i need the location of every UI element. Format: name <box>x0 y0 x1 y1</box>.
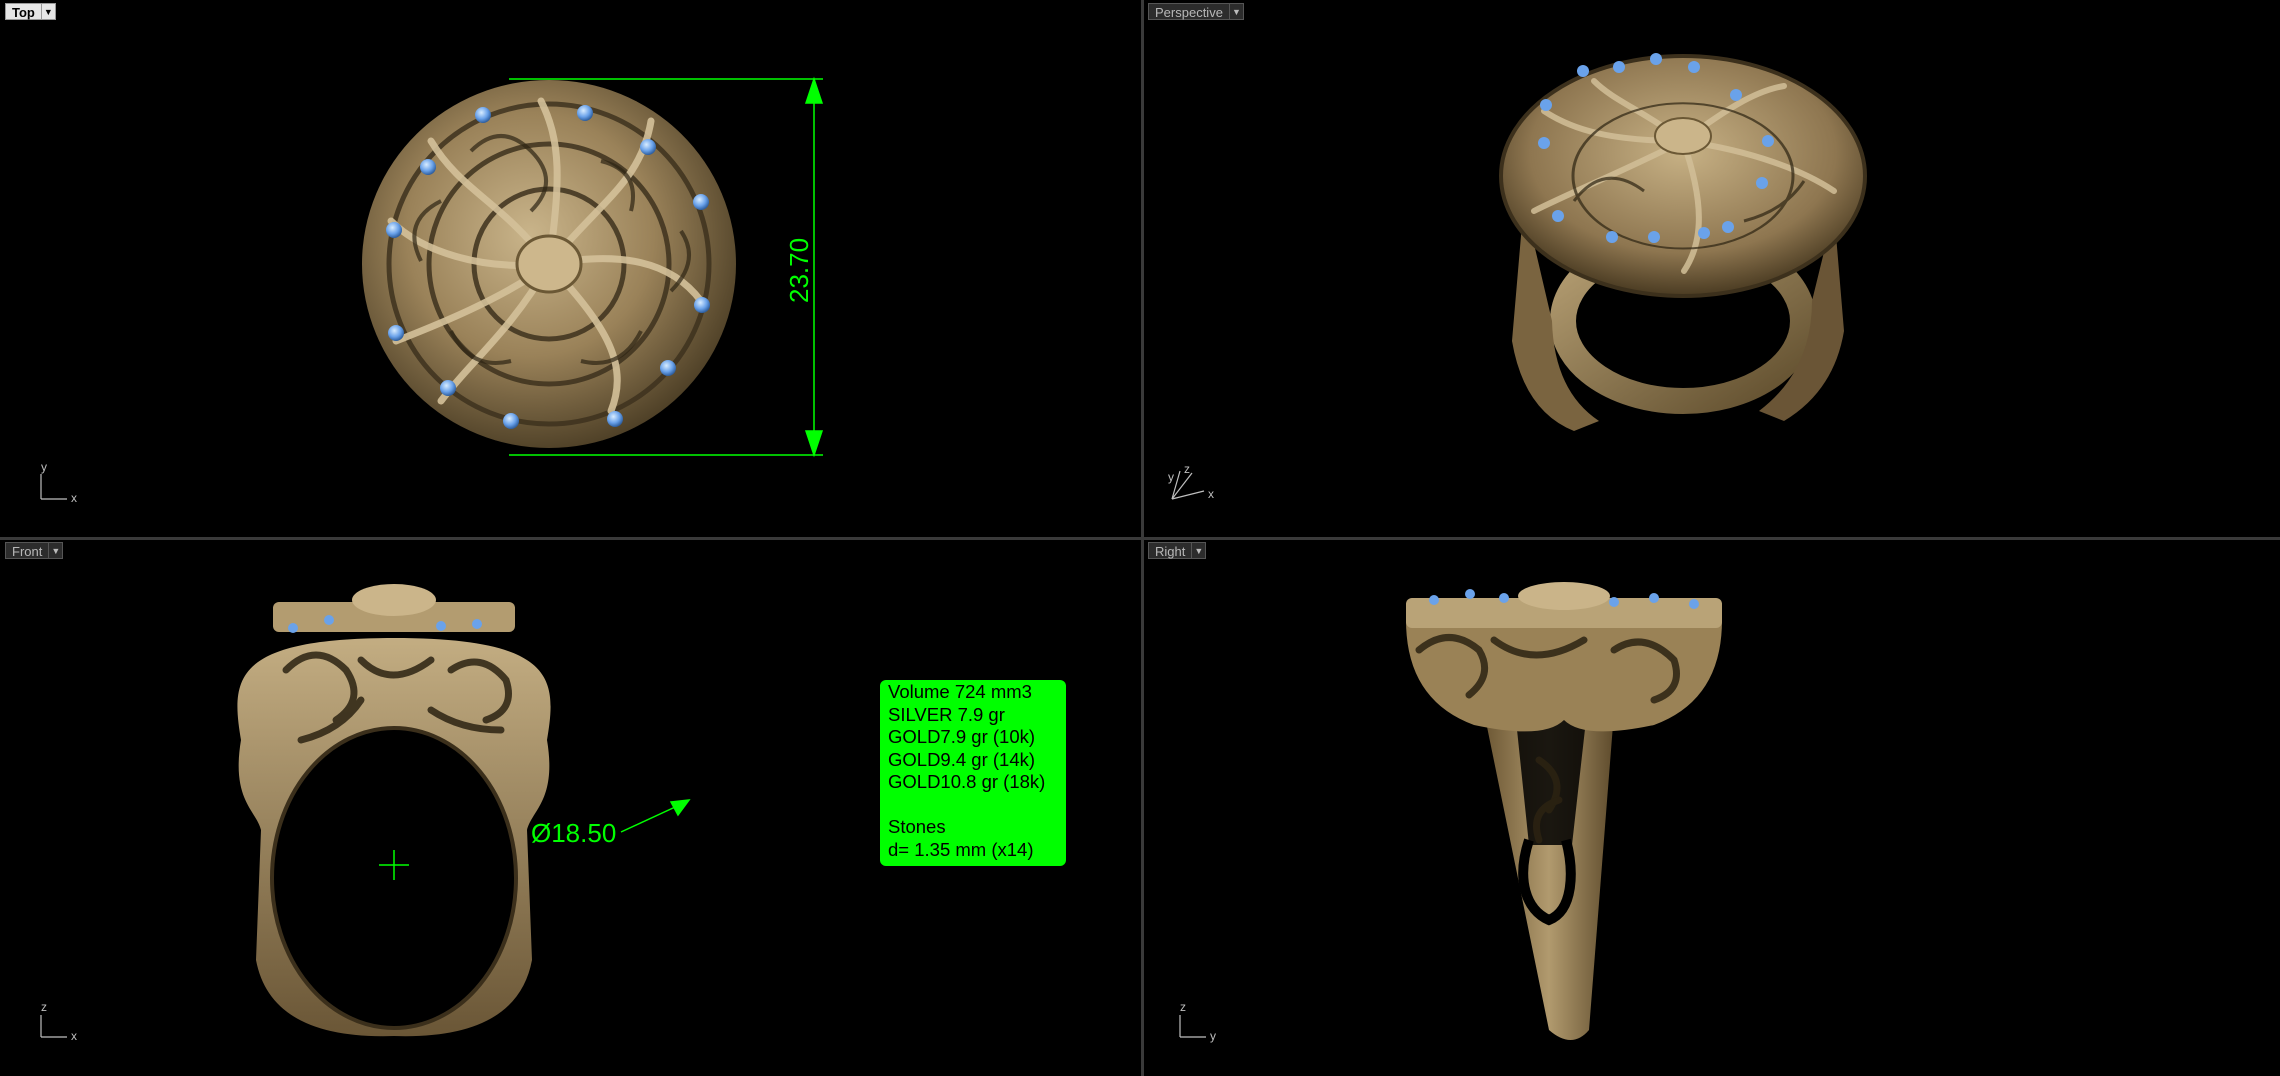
ring-front-shape <box>237 584 551 1037</box>
height-dimension-label: 23.70 <box>784 238 814 303</box>
axis-label: y <box>1168 470 1174 484</box>
viewport-title-right[interactable]: Right ▼ <box>1148 542 1207 559</box>
viewport-menu-arrow-icon[interactable]: ▼ <box>49 542 64 559</box>
viewport-menu-arrow-icon[interactable]: ▼ <box>1192 542 1207 559</box>
viewport-title-label[interactable]: Perspective <box>1148 3 1230 20</box>
info-line-gold-10k: GOLD7.9 gr (10k) <box>888 726 1036 747</box>
top-view-model: 23.70 y x <box>40 76 824 505</box>
axis-icon <box>40 1015 67 1038</box>
viewport-right[interactable]: z y Right ▼ <box>1144 540 2279 1075</box>
viewport-title-label[interactable]: Front <box>5 542 50 559</box>
info-line-gold-18k: GOLD10.8 gr (18k) <box>888 771 1046 792</box>
axis-label: y <box>1210 1029 1216 1043</box>
viewport-menu-arrow-icon[interactable]: ▼ <box>41 3 56 20</box>
info-line-spacer <box>888 794 1058 817</box>
viewport-title-label[interactable]: Top <box>5 3 42 20</box>
axis-label: x <box>71 1029 77 1043</box>
ring-diameter-label: Ø18.50 <box>531 818 616 848</box>
weight-info-annotation: Volume 724 mm3 SILVER 7.9 gr GOLD7.9 gr … <box>880 680 1066 866</box>
viewport-title-perspective[interactable]: Perspective ▼ <box>1148 3 1244 20</box>
axis-icon <box>1179 1015 1206 1038</box>
viewport-top[interactable]: 23.70 y x Top ▼ <box>1 1 1141 537</box>
perspective-view-model: z y x <box>1168 53 1867 501</box>
axis-label: y <box>41 460 47 474</box>
axis-label: z <box>41 1000 47 1014</box>
ring-top-shape <box>362 80 736 448</box>
right-view-model: z y <box>1179 582 1722 1043</box>
viewport-title-top[interactable]: Top ▼ <box>5 3 56 20</box>
viewport-title-label[interactable]: Right <box>1148 542 1193 559</box>
info-line-stones: Stones <box>888 816 946 837</box>
info-line-stone-size: d= 1.35 mm (x14) <box>888 838 1034 860</box>
info-line-gold-14k: GOLD9.4 gr (14k) <box>888 748 1036 770</box>
axis-label: z <box>1180 1000 1186 1014</box>
ring-perspective-shape <box>1499 54 1867 431</box>
info-line-silver: SILVER 7.9 gr <box>888 703 1005 725</box>
viewport-title-front[interactable]: Front ▼ <box>5 542 64 559</box>
axis-icon <box>40 474 67 500</box>
viewport-menu-arrow-icon[interactable]: ▼ <box>1229 3 1244 20</box>
ring-right-shape <box>1406 582 1722 1040</box>
viewport-perspective[interactable]: z y x Perspective ▼ <box>1144 1 2279 537</box>
axis-label: z <box>1184 462 1190 476</box>
axis-label: x <box>1208 487 1214 501</box>
info-line-volume: Volume 724 mm3 <box>888 681 1032 702</box>
axis-label: x <box>71 491 77 505</box>
